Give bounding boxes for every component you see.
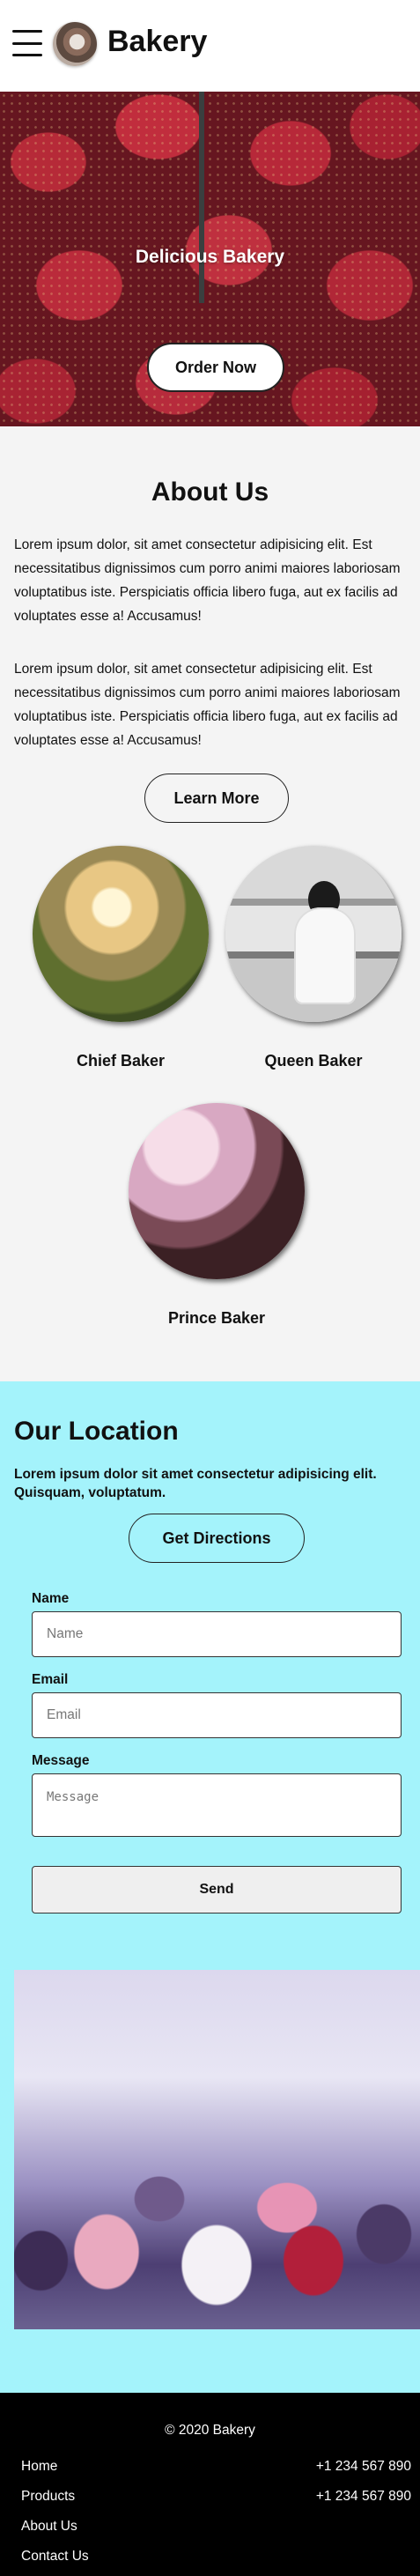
footer-link-home[interactable]: Home: [21, 2459, 57, 2475]
baker-name: Prince Baker: [167, 1309, 266, 1327]
about-section: About Us Lorem ipsum dolor, sit amet con…: [0, 426, 420, 1381]
email-label: Email: [32, 1672, 69, 1687]
about-paragraph: Lorem ipsum dolor, sit amet consectetur …: [14, 662, 401, 748]
baker-name: Queen Baker: [264, 1052, 363, 1070]
frozen-berries-image: [14, 1970, 420, 2329]
footer: © 2020 Bakery Home Products About Us Con…: [0, 2393, 420, 2576]
hero-title: Delicious Bakery: [135, 247, 285, 267]
hero-decoration: [199, 92, 204, 303]
get-directions-button[interactable]: Get Directions: [129, 1514, 305, 1563]
copyright-text: © 2020 Bakery: [165, 2423, 255, 2438]
footer-link-about[interactable]: About Us: [21, 2519, 77, 2535]
hamburger-menu-icon[interactable]: [12, 30, 42, 56]
location-text: Lorem ipsum dolor sit amet consectetur a…: [14, 1467, 377, 1500]
footer-phone: +1 234 567 890: [315, 2459, 411, 2474]
order-now-button[interactable]: Order Now: [147, 343, 284, 392]
message-textarea[interactable]: Message: [32, 1773, 402, 1837]
name-input[interactable]: Name: [32, 1611, 402, 1657]
footer-link-products[interactable]: Products: [21, 2489, 75, 2505]
brand-title[interactable]: Bakery: [107, 25, 207, 59]
header: Bakery: [0, 0, 420, 92]
send-button[interactable]: Send: [32, 1866, 402, 1913]
location-title: Our Location: [14, 1417, 179, 1446]
prince-baker-photo: [129, 1103, 305, 1279]
footer-phone: +1 234 567 890: [315, 2489, 411, 2504]
bakery-logo[interactable]: [53, 22, 97, 66]
about-title: About Us: [151, 477, 269, 507]
name-label: Name: [32, 1591, 70, 1606]
learn-more-button[interactable]: Learn More: [144, 774, 289, 823]
chief-baker-photo: [33, 846, 209, 1022]
baker-name: Chief Baker: [76, 1052, 166, 1070]
hero-section: Delicious Bakery Order Now: [0, 92, 420, 426]
message-label: Message: [32, 1753, 90, 1768]
email-input[interactable]: Email: [32, 1692, 402, 1738]
location-section: Our Location Lorem ipsum dolor sit amet …: [0, 1381, 420, 2393]
about-paragraph: Lorem ipsum dolor, sit amet consectetur …: [14, 537, 401, 624]
footer-link-contact[interactable]: Contact Us: [21, 2549, 89, 2565]
queen-baker-photo: [225, 846, 402, 1022]
